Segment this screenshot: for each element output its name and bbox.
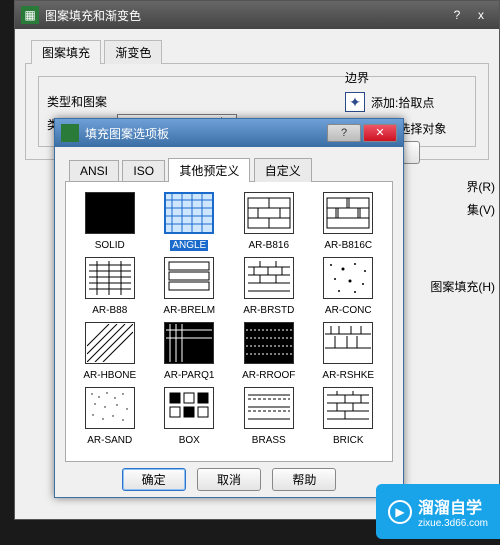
watermark-badge: ▶ 溜溜自学 zixue.3d66.com (376, 484, 500, 539)
app-icon: ▦ (21, 6, 39, 24)
palette-help-button[interactable]: ? (327, 124, 361, 142)
tab-other-predefined[interactable]: 其他预定义 (168, 158, 250, 182)
pattern-ar-conc[interactable]: AR-CONC (311, 257, 387, 316)
tab-ansi[interactable]: ANSI (69, 160, 119, 181)
pattern-brass[interactable]: BRASS (231, 387, 307, 446)
play-icon: ▶ (388, 500, 412, 524)
main-tabs: 图案填充 渐变色 (25, 39, 489, 64)
hatch-pattern-palette-dialog: 填充图案选项板 ? ✕ ANSI ISO 其他预定义 自定义 SOLID ANG… (54, 118, 404, 498)
palette-body: ANSI ISO 其他预定义 自定义 SOLID ANGLE AR-B816 A… (55, 147, 403, 501)
palette-title: 填充图案选项板 (85, 125, 325, 142)
palette-close-button[interactable]: ✕ (363, 124, 397, 142)
boundary-pick-point[interactable]: ✦ 添加:拾取点 (345, 92, 500, 112)
badge-site: zixue.3d66.com (418, 518, 488, 529)
pattern-solid[interactable]: SOLID (72, 192, 148, 251)
tab-custom[interactable]: 自定义 (254, 158, 312, 182)
pattern-ar-rroof[interactable]: AR-RROOF (231, 322, 307, 381)
pattern-ar-hbone[interactable]: AR-HBONE (72, 322, 148, 381)
pattern-ar-rshke[interactable]: AR-RSHKE (311, 322, 387, 381)
pattern-ar-b816c[interactable]: AR-B816C (311, 192, 387, 251)
tab-gradient[interactable]: 渐变色 (104, 40, 162, 64)
pattern-ar-sand[interactable]: AR-SAND (72, 387, 148, 446)
palette-content: SOLID ANGLE AR-B816 AR-B816C AR-B88 AR-B… (65, 182, 393, 462)
pick-point-icon: ✦ (345, 92, 365, 112)
main-titlebar: ▦ 图案填充和渐变色 ? x (15, 1, 499, 29)
palette-tabs: ANSI ISO 其他预定义 自定义 (65, 157, 393, 182)
palette-cancel-button[interactable]: 取消 (197, 468, 261, 491)
pattern-ar-brstd[interactable]: AR-BRSTD (231, 257, 307, 316)
pattern-brick[interactable]: BRICK (311, 387, 387, 446)
pattern-box[interactable]: BOX (152, 387, 228, 446)
palette-titlebar: 填充图案选项板 ? ✕ (55, 119, 403, 147)
pattern-angle[interactable]: ANGLE (152, 192, 228, 251)
palette-app-icon (61, 124, 79, 142)
tab-iso[interactable]: ISO (122, 160, 165, 181)
boundary-title: 边界 (345, 69, 500, 86)
pattern-grid: SOLID ANGLE AR-B816 AR-B816C AR-B88 AR-B… (72, 192, 386, 446)
close-button[interactable]: x (469, 8, 493, 22)
palette-buttons: 确定 取消 帮助 (65, 468, 393, 491)
pattern-ar-b816[interactable]: AR-B816 (231, 192, 307, 251)
pattern-ar-b88[interactable]: AR-B88 (72, 257, 148, 316)
main-title: 图案填充和渐变色 (45, 7, 445, 24)
pattern-ar-parq1[interactable]: AR-PARQ1 (152, 322, 228, 381)
tab-hatch[interactable]: 图案填充 (31, 40, 101, 64)
pattern-ar-brelm[interactable]: AR-BRELM (152, 257, 228, 316)
boundary-pick-label: 添加:拾取点 (371, 94, 434, 111)
palette-ok-button[interactable]: 确定 (122, 468, 186, 491)
badge-name: 溜溜自学 (418, 494, 488, 518)
palette-help-button-bottom[interactable]: 帮助 (272, 468, 336, 491)
help-button[interactable]: ? (445, 8, 469, 22)
